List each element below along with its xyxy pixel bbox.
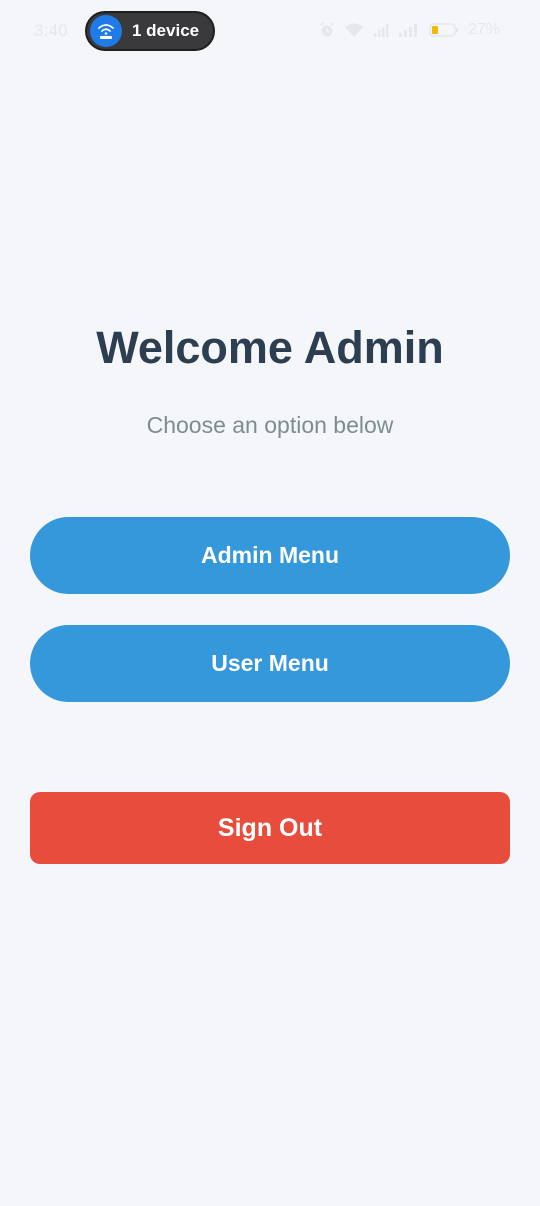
wifi-icon [344, 22, 364, 38]
hotspot-device-count: 1 device [132, 21, 200, 40]
alarm-icon [319, 22, 335, 38]
page-subtitle: Choose an option below [146, 412, 394, 438]
sign-out-button[interactable]: Sign Out [30, 792, 510, 864]
hotspot-icon [90, 15, 122, 47]
page-title: Welcome Admin [96, 322, 444, 373]
status-icons: 27% [319, 21, 500, 39]
status-bar: 3:40 1 device 27% [0, 0, 540, 62]
status-time: 3:40 [34, 21, 68, 40]
battery-icon [429, 22, 459, 38]
user-menu-button[interactable]: User Menu [30, 625, 510, 702]
hotspot-pill[interactable]: 1 device [85, 11, 215, 51]
signal-icon [398, 22, 420, 38]
signal-icon [373, 22, 389, 38]
battery-percent: 27% [467, 21, 500, 38]
admin-menu-button[interactable]: Admin Menu [30, 517, 510, 594]
